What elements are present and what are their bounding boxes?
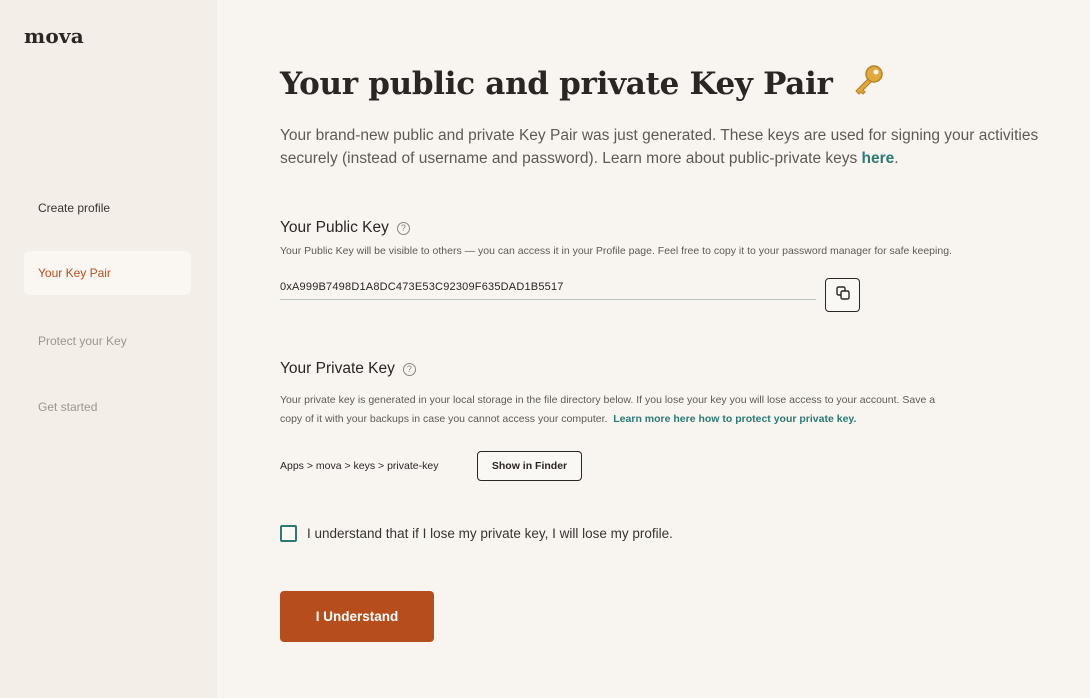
sidebar-item-protect-your-key[interactable]: Protect your Key: [24, 319, 191, 363]
sidebar-item-create-profile[interactable]: Create profile: [24, 186, 191, 230]
checkbox-label[interactable]: I understand that if I lose my private k…: [307, 526, 673, 541]
sidebar-item-label: Create profile: [38, 201, 111, 215]
understand-checkbox[interactable]: [280, 525, 297, 542]
private-key-title: Your Private Key: [280, 360, 395, 377]
confirm-row[interactable]: I understand that if I lose my private k…: [280, 525, 673, 542]
sidebar-item-label: Get started: [38, 400, 98, 414]
private-key-helper-line2-text: copy of it with your backups in case you…: [280, 413, 608, 425]
private-key-helper: Your private key is generated in your lo…: [280, 391, 935, 429]
page-title-text: Your public and private Key Pair: [280, 66, 833, 102]
private-key-helper-line1: Your private key is generated in your lo…: [280, 394, 936, 406]
sidebar-item-your-key-pair[interactable]: Your Key Pair: [24, 251, 191, 295]
private-key-helper-line2: copy of it with your backups in case you…: [280, 410, 935, 429]
intro-end: .: [894, 150, 899, 167]
i-understand-button[interactable]: I Understand: [280, 591, 434, 642]
logo[interactable]: mova: [24, 24, 84, 48]
intro-text: Your brand-new public and private Key Pa…: [280, 124, 1040, 170]
sidebar-item-get-started[interactable]: Get started: [24, 385, 191, 429]
public-key-helper: Your Public Key will be visible to other…: [280, 245, 952, 257]
public-key-title: Your Public Key: [280, 219, 389, 236]
protect-key-link[interactable]: Learn more here how to protect your priv…: [613, 413, 856, 425]
intro-body: Your brand-new public and private Key Pa…: [280, 127, 1039, 167]
sidebar: mova Create profile Your Key Pair Protec…: [0, 0, 217, 698]
learn-more-link[interactable]: here: [862, 150, 895, 167]
public-key-field[interactable]: 0xA999B7498D1A8DC473E53C92309F635DAD1B55…: [280, 278, 816, 300]
key-icon: [851, 64, 885, 106]
private-key-path: Apps > mova > keys > private-key: [280, 460, 439, 472]
show-in-finder-button[interactable]: Show in Finder: [477, 451, 582, 481]
public-key-heading: Your Public Key ?: [280, 219, 410, 237]
app: mova Create profile Your Key Pair Protec…: [0, 0, 1090, 698]
help-circle-icon[interactable]: ?: [396, 221, 410, 235]
private-key-heading: Your Private Key ?: [280, 360, 416, 378]
help-circle-icon[interactable]: ?: [402, 362, 416, 376]
copy-button[interactable]: [825, 278, 860, 312]
copy-icon: [835, 285, 851, 306]
page-title: Your public and private Key Pair: [280, 64, 885, 106]
sidebar-item-label: Your Key Pair: [38, 266, 111, 280]
sidebar-item-label: Protect your Key: [38, 334, 127, 348]
